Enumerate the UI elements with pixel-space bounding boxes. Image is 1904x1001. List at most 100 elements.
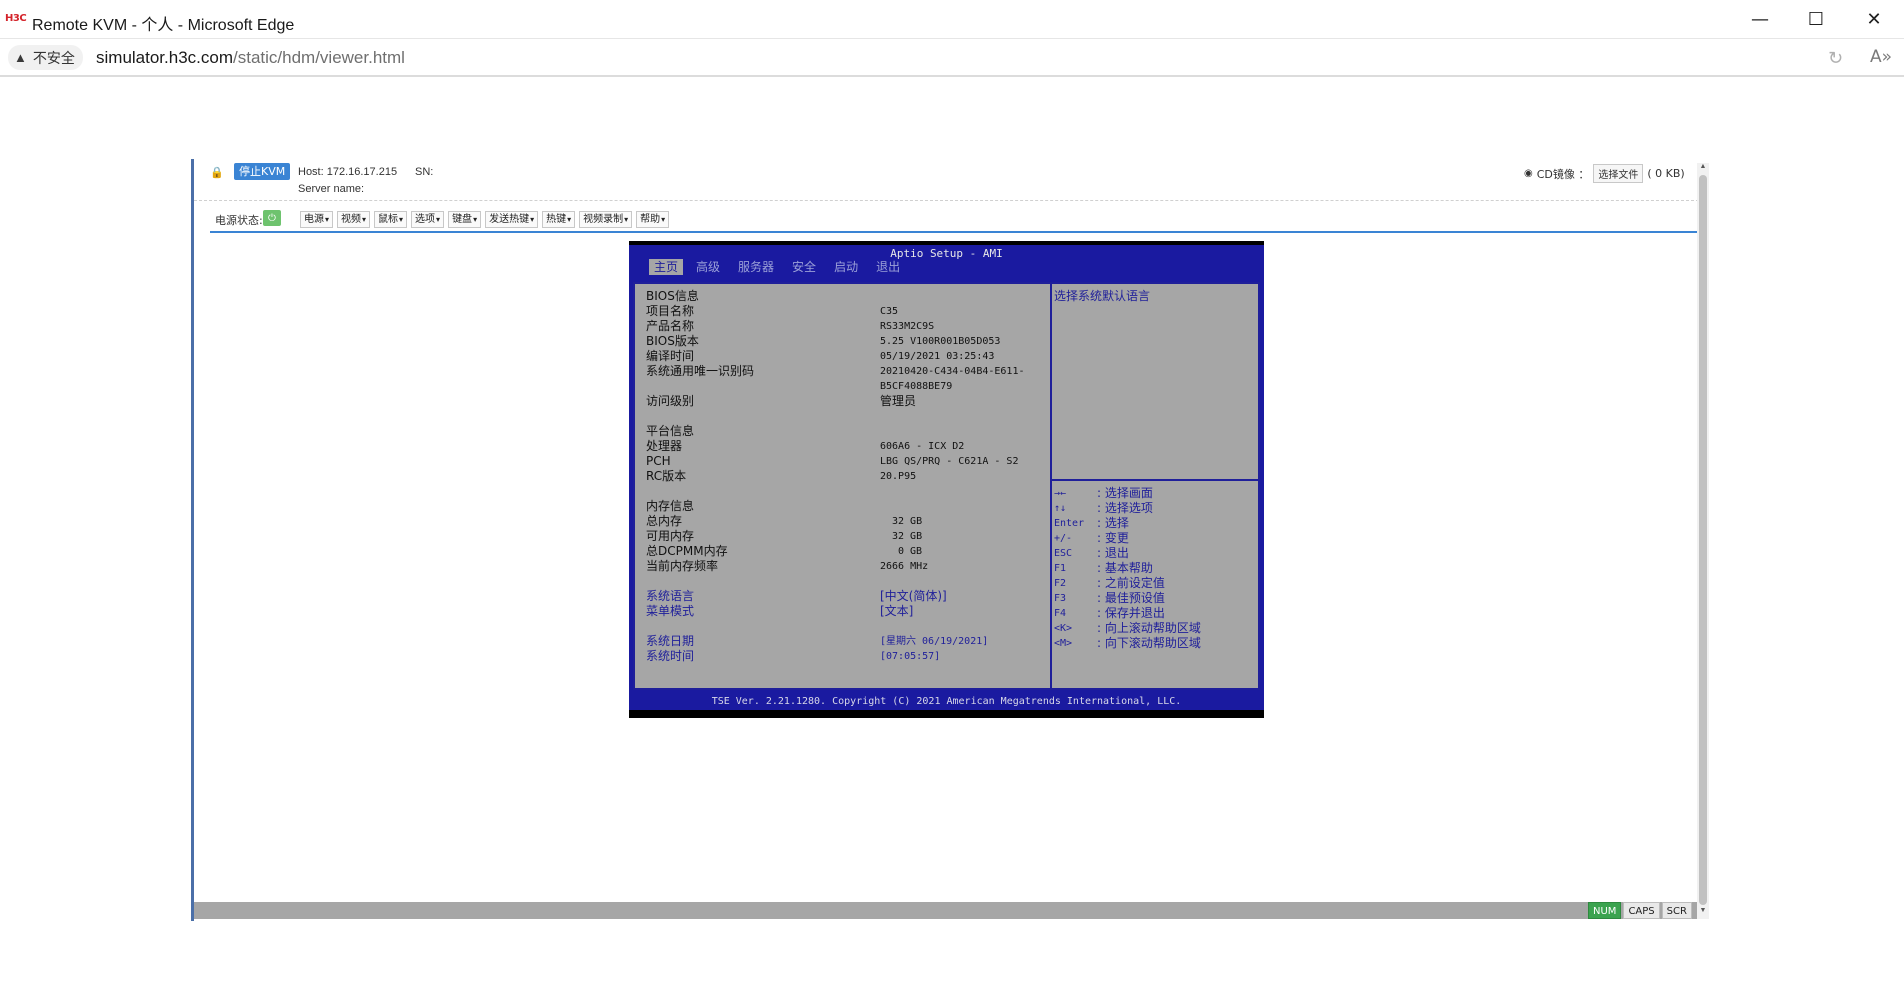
bios-tab-exit[interactable]: 退出 xyxy=(871,259,905,275)
bios-option-value[interactable]: [文本] xyxy=(880,604,913,619)
security-indicator[interactable]: ▲ 不安全 xyxy=(8,45,83,70)
edge-refresh-icon[interactable]: ↻ xyxy=(1828,48,1843,69)
bios-option-label[interactable]: 菜单模式 xyxy=(646,604,694,619)
host-address: Host: 172.16.17.215 xyxy=(298,166,398,178)
bios-row-value: B5CF4088BE79 xyxy=(880,381,953,392)
power-status-label: 电源状态: xyxy=(215,214,263,227)
bios-tab-boot[interactable]: 启动 xyxy=(829,259,863,275)
bios-option-value[interactable]: [中文(简体)] xyxy=(880,589,947,604)
bios-row-label: 产品名称 xyxy=(646,319,695,333)
cd-file-size: ( 0 KB) xyxy=(1647,167,1685,180)
menu-label: 选项 xyxy=(415,214,436,225)
caps-lock-indicator: CAPS xyxy=(1623,902,1660,919)
bios-key: F1 xyxy=(1054,563,1067,574)
bios-row-value: 606A6 - ICX D2 xyxy=(880,441,965,452)
bios-row-value: LBG QS/PRQ - C621A - S2 xyxy=(880,456,1019,467)
menu-mouse[interactable]: 鼠标▾ xyxy=(374,211,408,228)
menu-label: 鼠标 xyxy=(378,214,399,225)
bios-key-desc: : 退出 xyxy=(1097,546,1129,560)
bios-row-value: C35 xyxy=(880,306,899,317)
security-label: 不安全 xyxy=(32,50,75,67)
bios-footer: TSE Ver. 2.21.1280. Copyright (C) 2021 A… xyxy=(629,694,1264,710)
kvm-topbar: 🔒 停止KVM Host: 172.16.17.215 SN: Server n… xyxy=(194,159,1699,201)
bios-row-label: 编译时间 xyxy=(646,349,695,363)
bios-row-label: 可用内存 xyxy=(646,529,695,543)
bios-row-value: 20210420-C434-04B4-E611- xyxy=(880,366,1025,377)
bios-key-desc: : 保存并退出 xyxy=(1097,606,1165,620)
bios-tab-security[interactable]: 安全 xyxy=(787,259,821,275)
scroll-down-icon[interactable]: ▼ xyxy=(1697,907,1709,919)
cd-image-area: ◉ CD镜像 ： 选择文件 ( 0 KB) xyxy=(1524,164,1685,183)
bios-tab-advanced[interactable]: 高级 xyxy=(691,259,725,275)
menu-help[interactable]: 帮助▾ xyxy=(636,211,670,228)
bios-row-value: 5.25 V100R001B05D053 xyxy=(880,336,1001,347)
caret-down-icon: ▾ xyxy=(362,215,367,224)
choose-file-button[interactable]: 选择文件 xyxy=(1593,164,1644,183)
window-titlebar: H3C Remote KVM - 个人 - Microsoft Edge — ☐… xyxy=(0,0,1904,39)
bios-key: F3 xyxy=(1054,593,1067,604)
bios-key: <K> xyxy=(1054,623,1073,634)
bios-row-label: BIOS版本 xyxy=(646,334,699,348)
help-divider xyxy=(1052,479,1258,481)
server-name: Server name: xyxy=(298,183,365,195)
bios-row-label: BIOS信息 xyxy=(646,289,699,303)
bios-tab-server[interactable]: 服务器 xyxy=(733,259,779,275)
menu-send-hotkey[interactable]: 发送热键▾ xyxy=(485,211,539,228)
bios-row-value: 20.P95 xyxy=(880,471,917,482)
bios-help-text: 选择系统默认语言 xyxy=(1054,289,1151,303)
menu-label: 帮助 xyxy=(640,214,661,225)
minimize-icon: — xyxy=(1751,9,1769,30)
caret-down-icon: ▾ xyxy=(399,215,404,224)
close-button[interactable]: ✕ xyxy=(1846,0,1902,39)
bios-option-value[interactable]: [星期六 06/19/2021] xyxy=(880,634,988,649)
caret-down-icon: ▾ xyxy=(473,215,478,224)
bios-info-panel: BIOS信息 项目名称 C35 产品名称 RS33M2C9S BIOS版本 5.… xyxy=(633,282,1052,690)
warning-icon: ▲ xyxy=(14,50,27,65)
bios-option-label[interactable]: 系统语言 xyxy=(646,589,694,604)
bios-option-label[interactable]: 系统时间 xyxy=(646,649,694,664)
menu-video-record[interactable]: 视频录制▾ xyxy=(579,211,633,228)
bios-key-desc: : 之前设定值 xyxy=(1097,576,1165,590)
bios-row-label: 当前内存频率 xyxy=(646,559,719,573)
maximize-button[interactable]: ☐ xyxy=(1788,0,1844,39)
bios-key: <M> xyxy=(1054,638,1073,649)
menu-keyboard[interactable]: 键盘▾ xyxy=(448,211,482,228)
menu-video[interactable]: 视频▾ xyxy=(337,211,371,228)
bios-row-label: 访问级别 xyxy=(646,394,695,408)
vertical-scrollbar[interactable]: ▲ ▼ xyxy=(1697,163,1709,919)
kvm-menu-row: 电源▾ 视频▾ 鼠标▾ 选项▾ 键盘▾ 发送热键▾ 热键▾ 视频录制▾ 帮助▾ xyxy=(300,211,670,228)
window-title: Remote KVM - 个人 - Microsoft Edge xyxy=(32,17,295,34)
bios-key: F4 xyxy=(1054,608,1067,619)
num-lock-indicator: NUM xyxy=(1588,902,1622,919)
bios-row-value: 2666 MHz xyxy=(880,561,929,572)
bios-option-value[interactable]: [07:05:57] xyxy=(880,649,940,664)
menu-label: 电源 xyxy=(304,214,324,225)
url-field[interactable]: simulator.h3c.com/static/hdm/viewer.html xyxy=(96,48,405,68)
address-bar: ▲ 不安全 simulator.h3c.com/static/hdm/viewe… xyxy=(0,39,1904,77)
bios-row-value: 管理员 xyxy=(880,394,917,408)
menu-label: 发送热键 xyxy=(489,214,530,225)
scrollbar-thumb[interactable] xyxy=(1699,175,1707,905)
bios-row-label: 处理器 xyxy=(646,439,683,453)
menu-options[interactable]: 选项▾ xyxy=(411,211,445,228)
bios-key: ESC xyxy=(1054,548,1073,559)
remote-display[interactable]: Aptio Setup - AMI 主页 高级 服务器 安全 启动 退出 BIO… xyxy=(629,241,1264,718)
menu-hotkey[interactable]: 热键▾ xyxy=(542,211,576,228)
menu-label: 视频录制 xyxy=(583,214,624,225)
caret-down-icon: ▾ xyxy=(530,215,535,224)
scroll-up-icon[interactable]: ▲ xyxy=(1697,163,1709,175)
minimize-button[interactable]: — xyxy=(1732,0,1788,39)
h3c-logo-icon: H3C xyxy=(5,13,27,24)
menu-power[interactable]: 电源▾ xyxy=(300,211,334,228)
lock-key-indicators: NUM CAPS SCR xyxy=(1588,902,1692,919)
caret-down-icon: ▾ xyxy=(661,215,666,224)
bios-tab-main[interactable]: 主页 xyxy=(649,259,684,275)
power-icon: ⏻ xyxy=(263,210,281,226)
bios-option-label[interactable]: 系统日期 xyxy=(646,634,694,649)
bios-key-desc: : 选择画面 xyxy=(1097,486,1153,500)
bios-key: F2 xyxy=(1054,578,1067,589)
stop-kvm-button[interactable]: 停止KVM xyxy=(234,163,291,180)
read-aloud-icon[interactable]: A» xyxy=(1870,47,1892,67)
caret-down-icon: ▾ xyxy=(325,215,330,224)
bios-key: →← xyxy=(1054,488,1067,499)
